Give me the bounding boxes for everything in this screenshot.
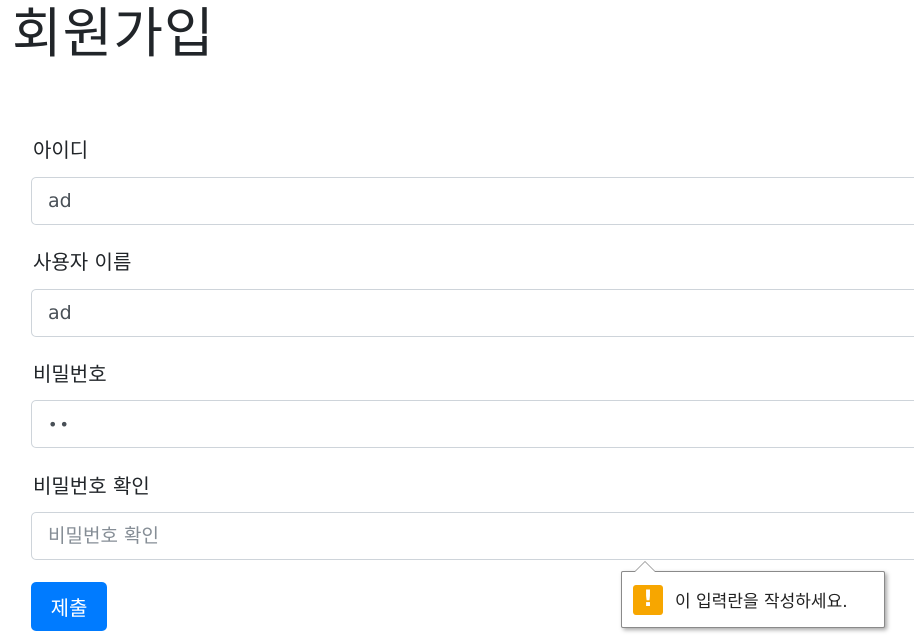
page-title: 회원가입 — [12, 2, 215, 65]
warning-icon: ! — [633, 584, 663, 615]
submit-button[interactable]: 제출 — [31, 582, 107, 631]
field-label-password: 비밀번호 — [33, 362, 107, 386]
tooltip-arrow — [634, 561, 656, 572]
password-confirm-input[interactable] — [31, 512, 914, 560]
validation-tooltip: ! 이 입력란을 작성하세요. — [621, 561, 885, 628]
field-label-password-confirm: 비밀번호 확인 — [33, 474, 150, 498]
field-label-username: 사용자 이름 — [33, 250, 132, 274]
username-input[interactable] — [31, 289, 914, 337]
validation-message: 이 입력란을 작성하세요. — [675, 592, 848, 612]
field-label-user-id: 아이디 — [33, 138, 89, 162]
password-input[interactable] — [31, 400, 914, 448]
user-id-input[interactable] — [31, 177, 914, 225]
